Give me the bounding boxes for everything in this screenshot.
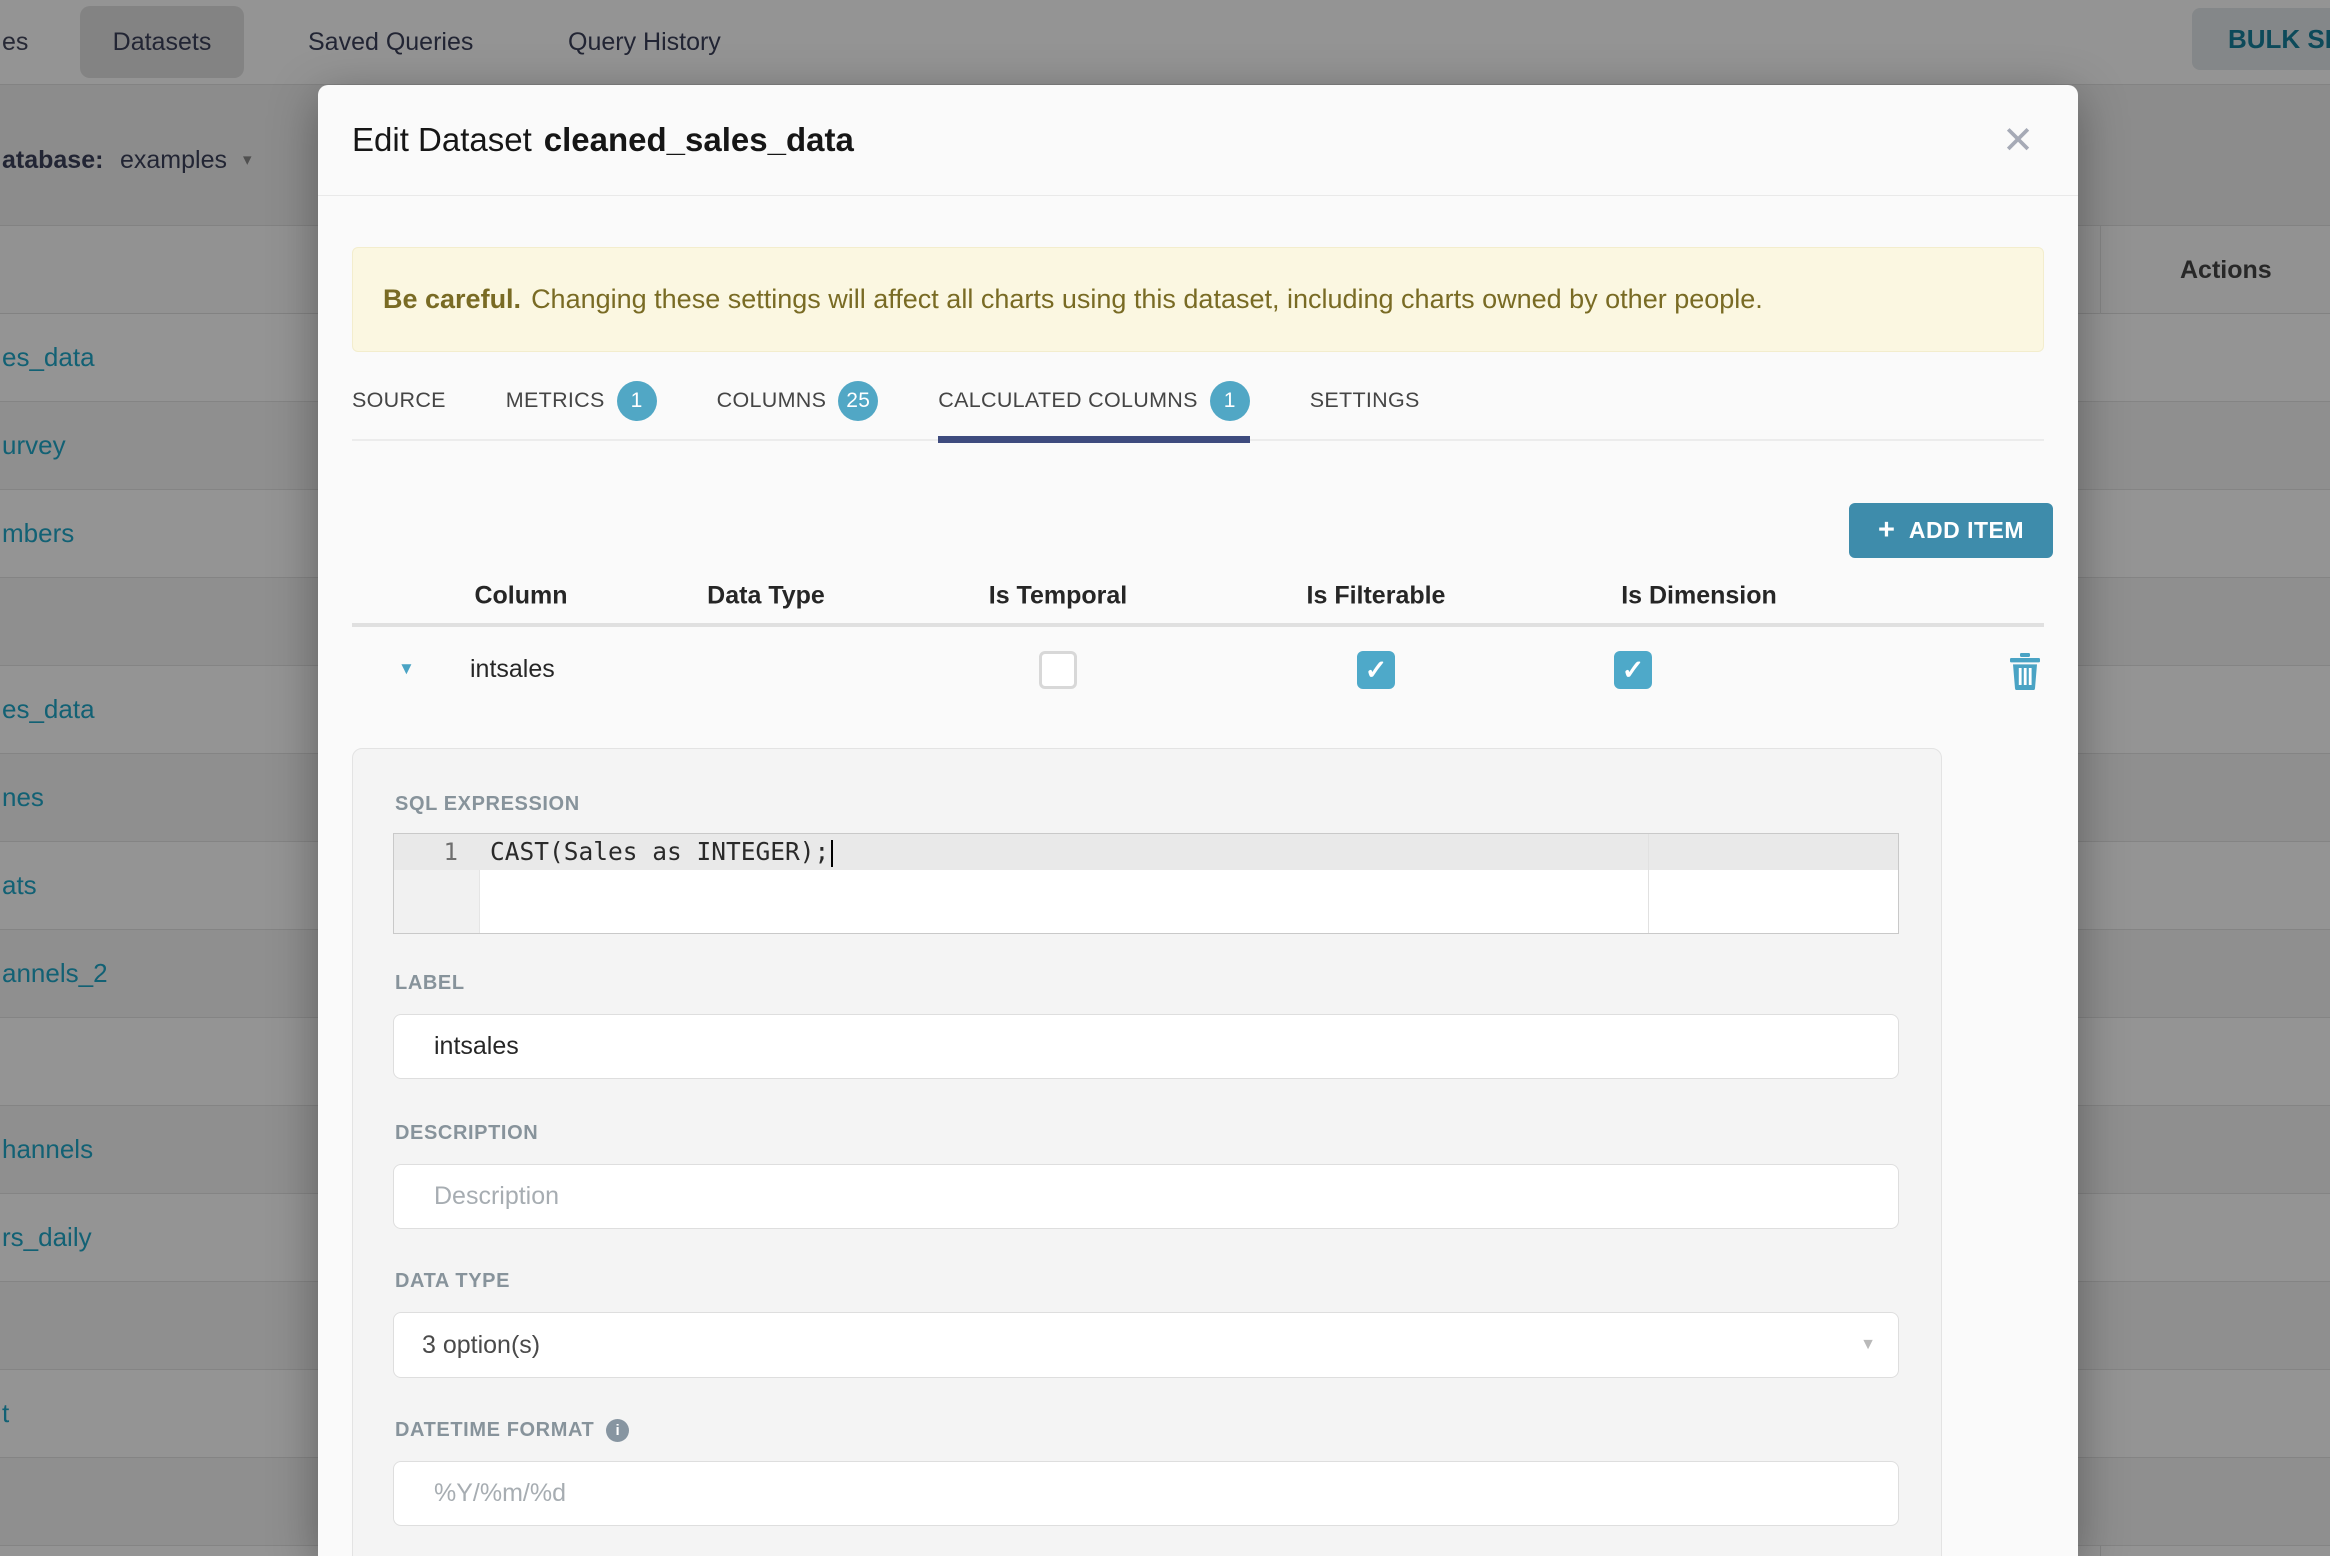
is-dimension-checkbox[interactable]: ✓ [1614, 651, 1652, 689]
tab-metrics[interactable]: METRICS 1 [506, 362, 657, 439]
description-field-label: DESCRIPTION [395, 1122, 539, 1144]
header-is-dimension: Is Dimension [1621, 581, 1777, 610]
datetime-format-field-label: DATETIME FORMAT i [395, 1419, 630, 1442]
tab-label: METRICS [505, 388, 605, 412]
modal-tabs: SOURCE METRICS 1 COLUMNS 25 CALCULATED C… [352, 362, 2044, 443]
calculated-column-editor-panel: SQL EXPRESSION 1 CAST(Sales as INTEGER);… [352, 748, 1942, 1556]
tab-settings[interactable]: SETTINGS [1310, 362, 1420, 439]
trash-icon[interactable] [2008, 652, 2042, 690]
warning-banner: Be careful. Changing these settings will… [352, 247, 2044, 352]
modal-title: Edit Dataset [352, 121, 532, 158]
tab-label: SETTINGS [1309, 388, 1420, 412]
is-temporal-checkbox[interactable] [1039, 651, 1077, 689]
edit-dataset-modal: Edit Dataset cleaned_sales_data ✕ Be car… [318, 85, 2078, 1556]
data-type-select[interactable]: 3 option(s) ▼ [393, 1312, 1899, 1378]
chevron-down-icon: ▼ [1860, 1336, 1876, 1353]
sql-expression-label: SQL EXPRESSION [395, 793, 580, 815]
tab-source[interactable]: SOURCE [352, 362, 446, 439]
expand-row-caret-icon[interactable]: ▼ [398, 659, 415, 679]
editor-line-number: 1 [443, 838, 458, 866]
description-input[interactable] [393, 1164, 1899, 1229]
close-icon[interactable]: ✕ [2002, 85, 2034, 196]
check-icon: ✓ [1364, 654, 1388, 685]
tab-label: SOURCE [352, 388, 446, 412]
info-icon[interactable]: i [606, 1419, 630, 1442]
tab-columns[interactable]: COLUMNS 25 [717, 362, 879, 439]
label-input[interactable] [393, 1014, 1899, 1079]
modal-header: Edit Dataset cleaned_sales_data ✕ [318, 85, 2078, 196]
metrics-count-badge: 1 [616, 380, 657, 421]
tab-label: CALCULATED COLUMNS [938, 388, 1198, 412]
data-type-field-label: DATA TYPE [395, 1270, 511, 1292]
calculated-column-name: intsales [470, 655, 555, 683]
datetime-format-input[interactable] [393, 1461, 1899, 1526]
is-filterable-checkbox[interactable]: ✓ [1357, 651, 1395, 689]
header-column: Column [474, 581, 568, 610]
add-item-label: ADD ITEM [1908, 517, 2025, 543]
add-item-button[interactable]: + ADD ITEM [1849, 503, 2053, 558]
tab-calculated-columns[interactable]: CALCULATED COLUMNS 1 [938, 362, 1251, 443]
sql-expression-code: CAST(Sales as INTEGER); [490, 834, 834, 870]
sql-code-editor[interactable]: 1 CAST(Sales as INTEGER); [393, 833, 1899, 934]
warning-text: Changing these settings will affect all … [531, 284, 1763, 314]
check-icon: ✓ [1621, 654, 1645, 685]
warning-bold: Be careful. [383, 284, 522, 314]
table-header-rule [352, 623, 2044, 627]
editor-print-margin [1648, 834, 1649, 933]
label-field-label: LABEL [395, 972, 465, 994]
header-data-type: Data Type [707, 581, 825, 610]
header-is-filterable: Is Filterable [1306, 581, 1446, 610]
datetime-format-label-text: DATETIME FORMAT [395, 1419, 595, 1441]
modal-title-dataset-name: cleaned_sales_data [543, 121, 854, 158]
plus-icon: + [1877, 514, 1895, 546]
calculated-columns-count-badge: 1 [1209, 380, 1250, 421]
text-cursor [831, 839, 834, 867]
tab-label: COLUMNS [716, 388, 827, 412]
columns-count-badge: 25 [838, 380, 879, 421]
data-type-value: 3 option(s) [422, 1330, 541, 1359]
header-is-temporal: Is Temporal [988, 581, 1128, 610]
